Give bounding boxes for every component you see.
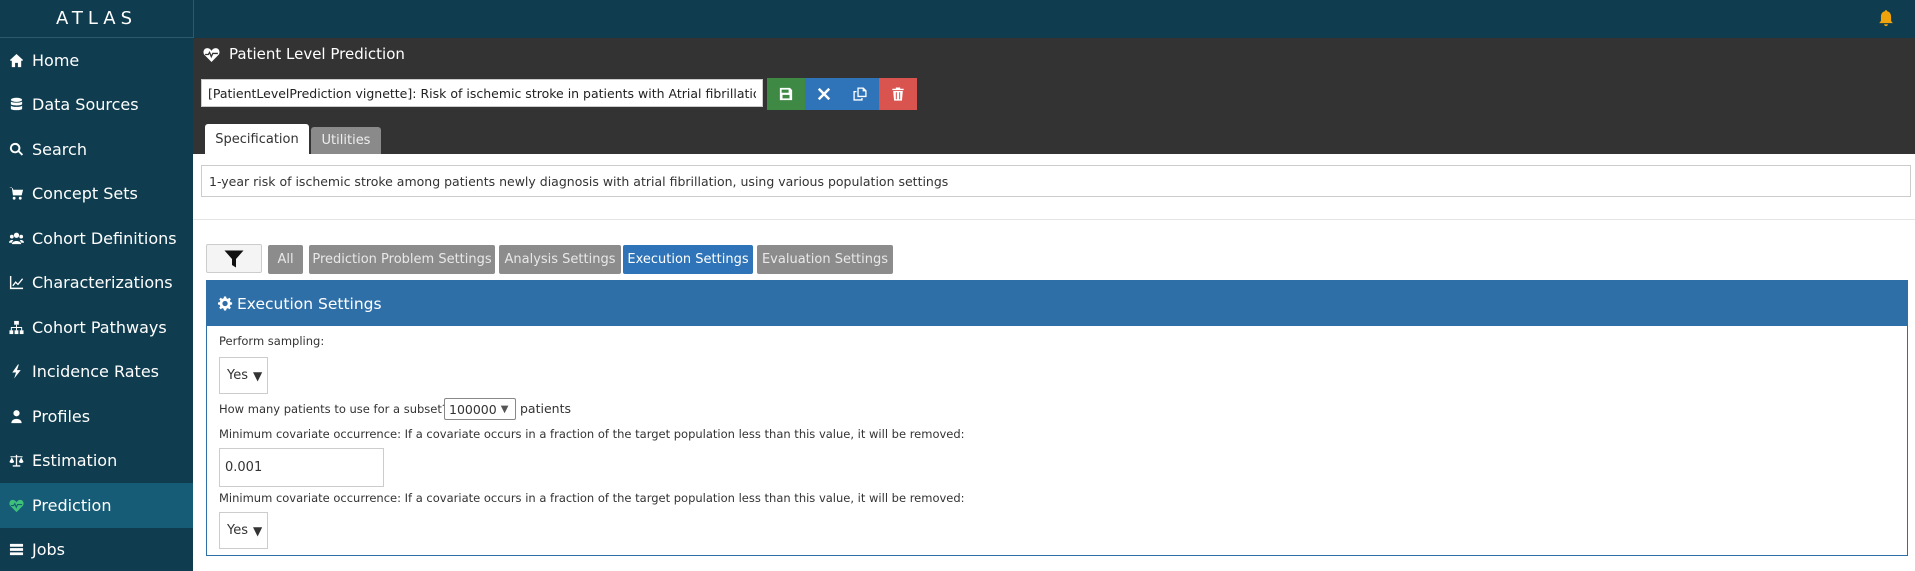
search-icon — [8, 141, 24, 157]
perform-sampling-label: Perform sampling: — [219, 334, 325, 348]
execution-settings-panel: Execution Settings Perform sampling: Yes… — [206, 280, 1908, 556]
users-icon — [8, 230, 24, 246]
divider — [193, 219, 1915, 220]
tasks-icon — [8, 542, 24, 558]
filter-all[interactable]: All — [268, 245, 303, 274]
sidebar-item-label: Home — [32, 50, 80, 70]
sidebar-item-jobs[interactable]: Jobs — [0, 528, 193, 571]
subset-size-select[interactable]: 100000 ▼ — [444, 398, 516, 420]
close-icon — [817, 87, 831, 101]
sidebar-item-label: Cohort Definitions — [32, 228, 177, 248]
subset-label: How many patients to use for a subset? — [219, 402, 448, 416]
home-icon — [8, 52, 24, 68]
filter-evaluation-settings[interactable]: Evaluation Settings — [757, 245, 893, 274]
bell-icon[interactable] — [1877, 9, 1895, 27]
sitemap-icon — [8, 319, 24, 335]
balance-scale-icon — [8, 453, 24, 469]
subset-size-value: 100000 — [449, 401, 497, 417]
sidebar-item-prediction[interactable]: Prediction — [0, 483, 193, 528]
tab-specification[interactable]: Specification — [205, 124, 309, 154]
brand-logo[interactable]: ATLAS — [0, 0, 193, 38]
sidebar-item-label: Estimation — [32, 451, 118, 471]
caret-down-icon: ▼ — [253, 523, 263, 538]
filter-execution-settings[interactable]: Execution Settings — [623, 245, 753, 274]
sidebar-item-profiles[interactable]: Profiles — [0, 394, 193, 439]
database-icon — [8, 97, 24, 113]
caret-down-icon: ▼ — [253, 368, 263, 383]
bolt-icon — [8, 364, 24, 380]
heartbeat-icon — [203, 47, 220, 62]
perform-sampling-select[interactable]: Yes ▼ — [219, 357, 268, 394]
second-select[interactable]: Yes ▼ — [219, 512, 268, 549]
subset-suffix: patients — [520, 401, 571, 416]
save-button[interactable] — [767, 78, 805, 110]
analysis-name-input[interactable] — [201, 79, 763, 107]
sidebar-item-concept-sets[interactable]: Concept Sets — [0, 172, 193, 217]
filter-analysis-settings[interactable]: Analysis Settings — [499, 245, 621, 274]
second-select-value: Yes — [227, 523, 248, 538]
top-bar — [193, 0, 1915, 38]
page-title-text: Patient Level Prediction — [229, 45, 405, 63]
filter-button[interactable] — [206, 244, 262, 273]
sidebar-item-characterizations[interactable]: Characterizations — [0, 261, 193, 306]
user-icon — [8, 408, 24, 424]
caret-down-icon: ▼ — [500, 403, 509, 415]
sidebar-item-search[interactable]: Search — [0, 127, 193, 172]
sidebar-item-label: Data Sources — [32, 95, 139, 115]
filter-icon — [224, 250, 244, 267]
min-covariate-input[interactable] — [219, 448, 384, 487]
sidebar-item-label: Profiles — [32, 406, 91, 426]
close-button[interactable] — [805, 78, 843, 110]
sidebar-item-label: Concept Sets — [32, 184, 138, 204]
sidebar-item-data-sources[interactable]: Data Sources — [0, 83, 193, 128]
sidebar-item-incidence-rates[interactable]: Incidence Rates — [0, 350, 193, 395]
sidebar-item-home[interactable]: Home — [0, 38, 193, 83]
page-header: Patient Level Prediction Specification U… — [193, 38, 1915, 154]
tab-utilities[interactable]: Utilities — [311, 127, 381, 154]
filter-prediction-problem-settings[interactable]: Prediction Problem Settings — [309, 245, 495, 274]
min-covariate-label-2: Minimum covariate occurrence: If a covar… — [219, 491, 965, 505]
trash-icon — [892, 87, 904, 101]
save-icon — [779, 87, 793, 101]
sidebar-item-label: Prediction — [32, 495, 112, 515]
panel-header: Execution Settings — [207, 281, 1907, 326]
panel-title: Execution Settings — [237, 294, 382, 313]
min-covariate-label: Minimum covariate occurrence: If a covar… — [219, 427, 965, 441]
shopping-cart-icon — [8, 186, 24, 202]
sidebar: ATLAS Home Data Sources Search Concept S… — [0, 0, 193, 571]
sidebar-item-estimation[interactable]: Estimation — [0, 439, 193, 484]
heartbeat-icon — [8, 497, 24, 513]
copy-button[interactable] — [841, 78, 879, 110]
sidebar-item-label: Characterizations — [32, 273, 173, 293]
line-chart-icon — [8, 275, 24, 291]
sidebar-item-label: Incidence Rates — [32, 362, 159, 382]
sidebar-item-label: Search — [32, 139, 87, 159]
sidebar-item-label: Jobs — [32, 540, 65, 560]
page-title: Patient Level Prediction — [203, 45, 405, 63]
copy-icon — [853, 87, 867, 101]
gear-icon — [218, 296, 233, 311]
sidebar-item-cohort-definitions[interactable]: Cohort Definitions — [0, 216, 193, 261]
delete-button[interactable] — [879, 78, 917, 110]
perform-sampling-value: Yes — [227, 368, 248, 383]
sidebar-item-cohort-pathways[interactable]: Cohort Pathways — [0, 305, 193, 350]
description-field[interactable]: 1-year risk of ischemic stroke among pat… — [201, 165, 1911, 197]
sidebar-item-label: Cohort Pathways — [32, 317, 167, 337]
